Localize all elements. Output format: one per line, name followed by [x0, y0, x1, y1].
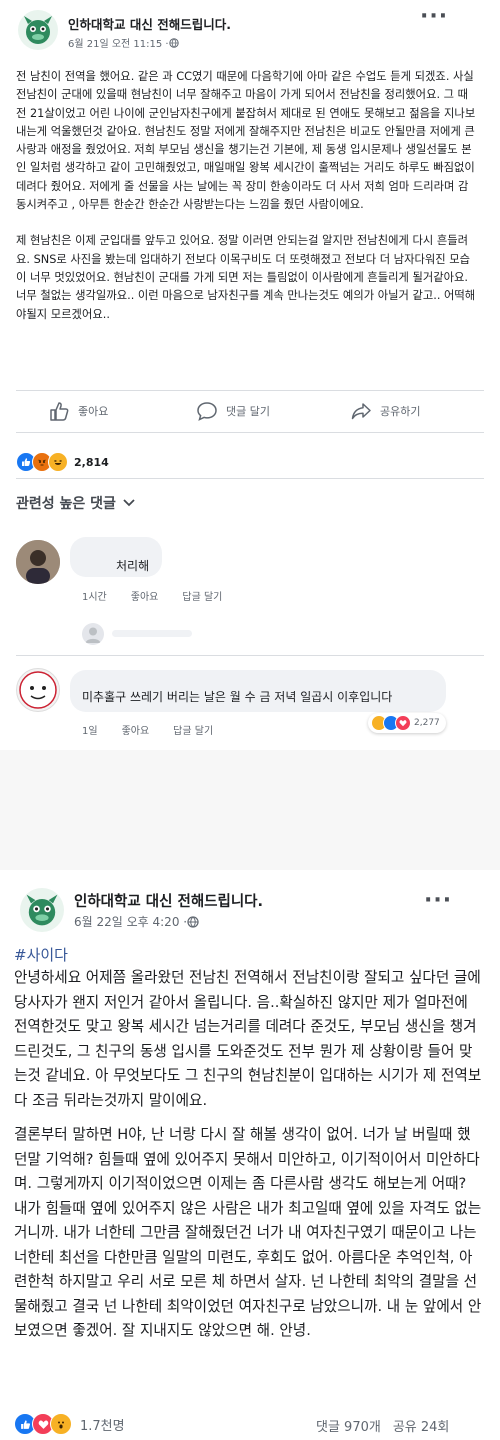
comment-button[interactable]: 댓글 달기 — [196, 400, 270, 422]
page-avatar[interactable] — [18, 10, 58, 50]
post-paragraph: 안녕하세요 어제쯤 올라왔던 전남친 전역해서 전남친이랑 잘되고 싶다던 글에… — [14, 969, 482, 1109]
post-paragraph: 전 남친이 전역을 했어요. 같은 과 CC였기 때문에 다음학기에 아마 같은… — [16, 70, 476, 212]
commenter-avatar[interactable] — [16, 540, 60, 584]
comment-like-button[interactable]: 좋아요 — [122, 722, 150, 737]
page-name[interactable]: 인하대학교 대신 전해드립니다. — [74, 890, 263, 911]
commenter-name[interactable] — [82, 543, 150, 553]
share-button[interactable]: 공유하기 — [350, 400, 420, 422]
person-photo-icon — [16, 540, 60, 584]
divider — [16, 655, 484, 656]
haha-reaction-icon — [48, 452, 68, 472]
thumbs-up-icon — [50, 402, 69, 421]
share-count[interactable]: 공유 24회 — [393, 1416, 450, 1435]
comments-filter[interactable]: 관련성 높은 댓글 — [16, 493, 136, 513]
chevron-down-icon — [123, 499, 135, 507]
reply-preview[interactable] — [112, 630, 192, 637]
reaction-summary[interactable]: 1.7천명 — [14, 1413, 125, 1435]
engagement-counts: 댓글 970개 공유 24회 — [316, 1416, 449, 1435]
reaction-count: 2,814 — [74, 455, 109, 469]
dragon-mascot-icon — [24, 16, 52, 44]
globe-icon — [168, 37, 179, 48]
comment-text: 미추홀구 쓰레기 버리는 날은 월 수 금 저녁 일곱시 이후입니다 — [82, 690, 393, 704]
wow-reaction-icon — [50, 1413, 72, 1435]
comment-text: 처리해 — [116, 559, 150, 573]
post-time: 6월 21일 오전 11:15 · — [68, 39, 169, 50]
post-timestamp[interactable]: 6월 21일 오전 11:15 · — [68, 35, 179, 50]
page-avatar[interactable] — [20, 888, 64, 932]
reply-avatar[interactable] — [82, 623, 104, 645]
more-options-icon[interactable]: ··· — [420, 4, 448, 29]
more-options-icon[interactable]: ··· — [424, 888, 452, 913]
post-paragraph: 제 현남친은 이제 군입대를 앞두고 있어요. 정말 이러면 안되는걸 알지만 … — [16, 234, 476, 321]
divider — [16, 478, 484, 479]
comment-actions: 1일 좋아요 답글 달기 — [82, 722, 213, 737]
comment-bubble: 미추홀구 쓰레기 버리는 날은 월 수 금 저녁 일곱시 이후입니다 — [70, 670, 446, 712]
like-button[interactable]: 좋아요 — [48, 400, 108, 422]
reaction-count: 1.7천명 — [80, 1418, 125, 1434]
globe-icon — [187, 915, 199, 928]
post-body: 안녕하세요 어제쯤 올라왔던 전남친 전역해서 전남친이랑 잘되고 싶다던 글에… — [14, 966, 482, 1344]
hashtag-link[interactable]: #사이다 — [14, 944, 68, 965]
love-reaction-icon — [395, 715, 411, 731]
reaction-summary[interactable]: 2,814 — [16, 452, 109, 472]
dragon-mascot-icon — [26, 894, 58, 926]
comment-label: 댓글 달기 — [226, 405, 270, 418]
screenshot-gap — [0, 750, 500, 870]
comment-like-button[interactable]: 좋아요 — [131, 588, 159, 603]
speech-bubble-icon — [197, 402, 217, 421]
post-time: 6월 22일 오후 4:20 · — [74, 915, 188, 929]
comment-reaction-count: 2,277 — [414, 718, 440, 728]
divider — [16, 390, 484, 391]
commenter-avatar[interactable] — [16, 668, 60, 712]
comment-count[interactable]: 댓글 970개 — [316, 1416, 381, 1435]
comment-bubble: 처리해 — [70, 537, 162, 577]
comment-actions: 1시간 좋아요 답글 달기 — [82, 588, 222, 603]
share-arrow-icon — [351, 403, 371, 420]
cartoon-avatar-icon — [19, 671, 57, 709]
divider — [16, 432, 484, 433]
comment-reaction-badge[interactable]: 2,277 — [368, 713, 446, 733]
share-label: 공유하기 — [380, 405, 421, 418]
post-paragraph: 결론부터 말하면 H야, 난 너랑 다시 잘 해볼 생각이 없어. 너가 날 버… — [14, 1126, 482, 1339]
default-user-icon — [85, 627, 101, 643]
page-name[interactable]: 인하대학교 대신 전해드립니다. — [68, 14, 231, 33]
like-label: 좋아요 — [78, 405, 109, 418]
post-timestamp[interactable]: 6월 22일 오후 4:20 · — [74, 913, 199, 930]
commenter-name[interactable] — [82, 675, 434, 685]
comment-time[interactable]: 1일 — [82, 722, 98, 737]
comments-filter-label: 관련성 높은 댓글 — [16, 496, 116, 512]
post-body: 전 남친이 전역을 했어요. 같은 과 CC였기 때문에 다음학기에 아마 같은… — [16, 68, 476, 324]
comment-time[interactable]: 1시간 — [82, 588, 107, 603]
comment-reply-button[interactable]: 답글 달기 — [173, 722, 213, 737]
comment-reply-button[interactable]: 답글 달기 — [182, 588, 222, 603]
